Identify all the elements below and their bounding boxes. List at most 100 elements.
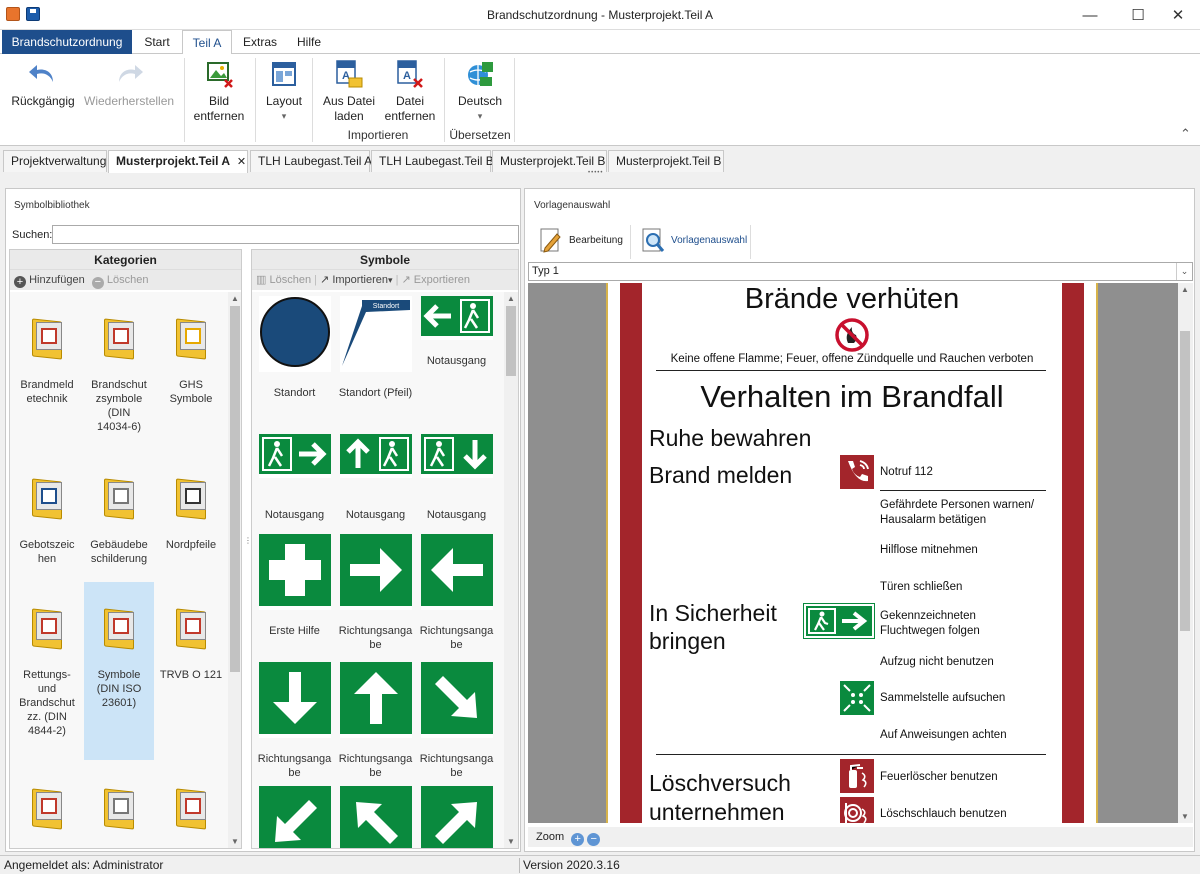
- symbol-item[interactable]: [337, 782, 414, 848]
- preview-scrollbar[interactable]: ▲ ▼: [1178, 283, 1193, 823]
- symbol-item[interactable]: [418, 782, 495, 848]
- language-button[interactable]: Deutsch ▾: [450, 58, 510, 124]
- arrow-right-icon: [339, 534, 412, 610]
- export-symbol-button[interactable]: Exportieren: [414, 274, 470, 286]
- scroll-up-icon[interactable]: ▲: [1181, 285, 1189, 294]
- layout-button[interactable]: Layout ▾: [260, 58, 308, 124]
- redo-icon: [113, 58, 145, 90]
- scroll-thumb[interactable]: [230, 306, 240, 672]
- symbol-label: Richtungsanga: [257, 753, 332, 765]
- category-item[interactable]: Gebotszeic hen: [12, 452, 82, 580]
- category-label: 23601): [101, 697, 137, 709]
- scroll-up-icon[interactable]: ▲: [507, 294, 515, 303]
- close-tab-icon[interactable]: ✕: [237, 156, 246, 168]
- delete-category-button[interactable]: Löschen: [107, 274, 149, 286]
- symbol-item[interactable]: Notausgang: [256, 418, 333, 528]
- template-select-button[interactable]: Vorlagenauswahl: [641, 225, 747, 255]
- splitter-handle[interactable]: •••••: [588, 170, 604, 176]
- doc-tab-musterprojekt-teil-b[interactable]: Musterprojekt.Teil B: [492, 150, 607, 172]
- symbol-item[interactable]: Richtungsanga be: [337, 530, 414, 656]
- arrow-down-left-icon: [258, 786, 331, 848]
- add-category-button[interactable]: Hinzufügen: [29, 274, 85, 286]
- symbol-item[interactable]: Richtungsanga be: [418, 658, 495, 780]
- remove-image-button[interactable]: Bild entfernen: [188, 58, 250, 124]
- exit-sign-icon: [803, 603, 875, 639]
- doc-tab-musterprojekt-teil-b-2[interactable]: Musterprojekt.Teil B: [608, 150, 724, 172]
- poster: Brände verhüten Keine offene Flamme; Feu…: [606, 283, 1098, 823]
- categories-scrollbar[interactable]: ▲ ▼: [228, 292, 241, 848]
- redo-button[interactable]: Wiederherstellen: [84, 58, 174, 109]
- poster-hose: Löschschlauch benutzen: [880, 808, 1007, 820]
- category-item[interactable]: [156, 762, 226, 848]
- category-item[interactable]: Brandmeld etechnik: [12, 292, 82, 450]
- symbol-item[interactable]: Notausgang: [418, 418, 495, 528]
- symbol-item[interactable]: [256, 782, 333, 848]
- symbols-scrollbar[interactable]: ▲ ▼: [504, 292, 518, 848]
- category-item[interactable]: [12, 762, 82, 848]
- scroll-thumb[interactable]: [506, 306, 516, 376]
- type-select[interactable]: Typ 1 ⌄: [528, 262, 1193, 281]
- symbol-item[interactable]: Notausgang: [337, 418, 414, 528]
- doc-tab-projektverwaltung[interactable]: Projektverwaltung: [3, 150, 107, 172]
- zoom-in-button[interactable]: +: [571, 833, 585, 846]
- import-symbol-button[interactable]: Importieren: [332, 274, 388, 286]
- edit-button[interactable]: Bearbeitung: [539, 225, 623, 255]
- symbol-item[interactable]: Richtungsanga be: [418, 530, 495, 656]
- ribbon-separator: [184, 58, 185, 142]
- symbol-item[interactable]: Notausgang: [418, 292, 495, 416]
- delete-symbol-button[interactable]: Löschen: [269, 274, 311, 286]
- undo-button[interactable]: Rückgängig: [8, 58, 78, 109]
- remove-file-button[interactable]: A Datei entfernen: [382, 58, 438, 124]
- tab-extras[interactable]: Extras: [236, 30, 284, 54]
- tab-hilfe[interactable]: Hilfe: [288, 30, 330, 54]
- svg-text:A: A: [403, 70, 411, 82]
- location-arrow-icon: Standort: [339, 296, 412, 372]
- category-label: zz. (DIN: [27, 711, 67, 723]
- scroll-down-icon[interactable]: ▼: [507, 837, 515, 846]
- maximize-button[interactable]: ☐: [1116, 0, 1160, 30]
- category-item[interactable]: [84, 762, 154, 848]
- close-button[interactable]: ✕: [1156, 0, 1200, 30]
- doc-tab-musterprojekt-teil-a[interactable]: Musterprojekt.Teil A ✕: [108, 150, 248, 173]
- category-folder-icon: [104, 788, 134, 830]
- symbol-item[interactable]: Erste Hilfe: [256, 530, 333, 656]
- category-item[interactable]: Gebäudebe schilderung: [84, 452, 154, 580]
- minimize-button[interactable]: —: [1068, 0, 1112, 30]
- category-item[interactable]: Rettungs-und Brandschut zz. (DIN 4844-2): [12, 582, 82, 760]
- scroll-thumb[interactable]: [1180, 331, 1190, 631]
- search-input[interactable]: [52, 225, 519, 244]
- import-icon: ↗: [320, 274, 330, 286]
- poster-helpless: Hilflose mitnehmen: [880, 544, 978, 556]
- tab-start[interactable]: Start: [136, 30, 178, 54]
- symbol-item[interactable]: Standort Standort (Pfeil): [337, 292, 414, 416]
- category-item[interactable]: Brandschut zsymbole (DIN 14034-6): [84, 292, 154, 450]
- poster-title-behavior: Verhalten im Brandfall: [700, 379, 1004, 414]
- tab-brandschutzordnung[interactable]: Brandschutzordnung: [2, 30, 132, 54]
- doc-tab-tlh-laubegast-teil-a[interactable]: TLH Laubegast.Teil A: [250, 150, 372, 172]
- tab-teil-a[interactable]: Teil A: [182, 30, 232, 55]
- category-item[interactable]: TRVB O 121: [156, 582, 226, 760]
- scroll-down-icon[interactable]: ▼: [231, 837, 239, 846]
- load-from-file-button[interactable]: A Aus Datei laden: [318, 58, 380, 124]
- collapse-ribbon-button[interactable]: ⌃: [1180, 126, 1191, 142]
- category-item[interactable]: GHS Symbole: [156, 292, 226, 450]
- zoom-out-button[interactable]: −: [587, 833, 601, 846]
- category-item[interactable]: Nordpfeile: [156, 452, 226, 580]
- category-label: 14034-6): [96, 421, 142, 433]
- chevron-down-icon[interactable]: ⌄: [1176, 263, 1192, 280]
- panel-title: Symbolbibliothek: [14, 200, 90, 211]
- symbol-item[interactable]: Standort: [256, 292, 333, 416]
- scroll-down-icon[interactable]: ▼: [1181, 812, 1189, 821]
- import-group-label: Importieren: [347, 128, 409, 142]
- category-label: Nordpfeile: [165, 539, 217, 551]
- scroll-up-icon[interactable]: ▲: [231, 294, 239, 303]
- arrow-left-icon: [420, 534, 493, 610]
- category-item[interactable]: Symbole (DIN ISO 23601): [84, 582, 154, 760]
- symbol-item[interactable]: Richtungsanga be: [337, 658, 414, 780]
- symbol-label: Standort (Pfeil): [338, 387, 413, 399]
- template-panel: Vorlagenauswahl Bearbeitung Vorlagenausw…: [524, 188, 1195, 852]
- symbol-item[interactable]: Richtungsanga be: [256, 658, 333, 780]
- doc-tab-tlh-laubegast-teil-b[interactable]: TLH Laubegast.Teil B: [371, 150, 494, 172]
- undo-icon: [27, 58, 59, 90]
- trash-icon: ▥: [256, 274, 267, 286]
